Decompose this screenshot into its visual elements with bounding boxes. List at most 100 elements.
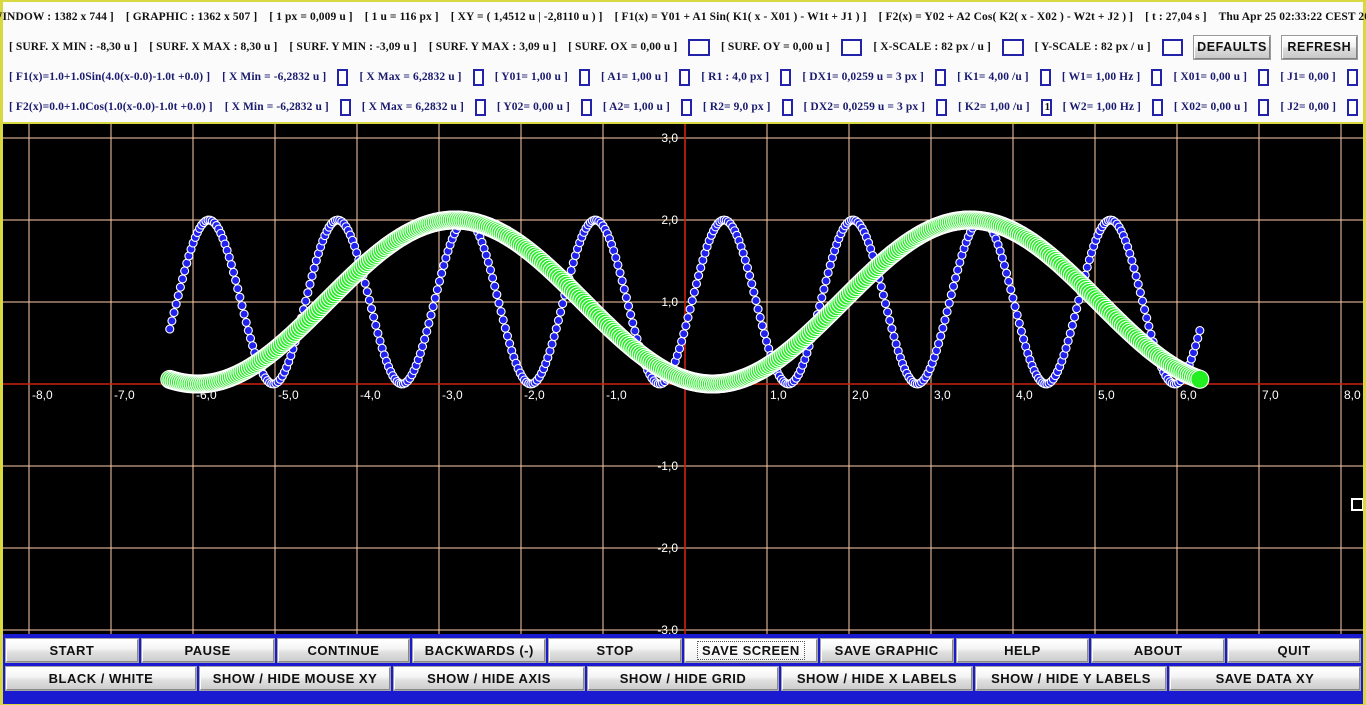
x-tick-label: 5,0: [1098, 388, 1115, 402]
surface-ox-input[interactable]: [688, 38, 710, 56]
x-scale-label: [ X-SCALE : 82 px / u ]: [873, 41, 991, 53]
button-continue[interactable]: CONTINUE: [277, 639, 410, 662]
f1-a1-input[interactable]: [679, 68, 691, 86]
control-bars: START PAUSE CONTINUE BACKWARDS (-) STOP SAVE …: [3, 634, 1363, 704]
y-tick-label: -2,0: [657, 541, 678, 555]
datetime-label: Thu Apr 25 02:33:22 CEST 2019: [1218, 11, 1366, 23]
f1-w1-input[interactable]: [1151, 68, 1163, 86]
x-tick-label: -5,0: [278, 388, 299, 402]
surface-y-min-label: [ SURF. Y MIN : -3,09 u ]: [289, 41, 417, 53]
f2-x-max-label: [ X Max = 6,2832 u ]: [361, 101, 464, 113]
f2-y02-input[interactable]: [580, 98, 592, 116]
f2-a2-input[interactable]: [680, 98, 692, 116]
button-backwards[interactable]: BACKWARDS (-): [413, 639, 546, 662]
f2-j2-label: [ J2= 0,00 ]: [1280, 101, 1337, 113]
f2-r2-input[interactable]: [781, 98, 793, 116]
unit-per-pixel-label: [ 1 u = 116 px ]: [364, 11, 439, 23]
button-about[interactable]: ABOUT: [1092, 639, 1225, 662]
f2-dx2-input[interactable]: [936, 98, 948, 116]
surface-ox-label: [ SURF. OX = 0,00 u ]: [568, 41, 678, 53]
f1-k1-input[interactable]: [1039, 68, 1051, 86]
refresh-button[interactable]: REFRESH: [1281, 35, 1358, 59]
button-save-data-xy[interactable]: SAVE DATA XY: [1170, 667, 1360, 690]
button-stop[interactable]: STOP: [549, 639, 681, 662]
graphic-size-label: [ GRAPHIC : 1362 x 507 ]: [125, 11, 258, 23]
f2-dx2-label: [ DX2= 0,0259 u = 3 px ]: [803, 101, 926, 113]
f2-w2-label: [ W2= 1,00 Hz ]: [1062, 101, 1141, 113]
f2-formula-label: [ F2(x)=0.0+1.0Cos(1.0(x-0.0)-1.0t +0.0)…: [9, 101, 213, 113]
y-tick-label: -3,0: [657, 623, 678, 634]
mouse-cursor-marker: [1351, 498, 1363, 511]
button-pause[interactable]: PAUSE: [141, 639, 274, 662]
f1-j1-input[interactable]: [1346, 68, 1359, 86]
f1-y01-input[interactable]: [578, 68, 591, 86]
f2-a2-label: [ A2= 1,00 u ]: [602, 101, 670, 113]
surface-y-max-label: [ SURF. Y MAX : 3,09 u ]: [428, 41, 557, 53]
button-help[interactable]: HELP: [956, 639, 1089, 662]
x-tick-label: -2,0: [524, 388, 545, 402]
y-tick-label: 2,0: [661, 213, 678, 227]
x-tick-label: 1,0: [770, 388, 787, 402]
button-show-hide-y-labels[interactable]: SHOW / HIDE Y LABELS: [976, 667, 1166, 690]
f1-x-min-label: [ X Min = -6,2832 u ]: [222, 71, 327, 83]
surface-x-min-label: [ SURF. X MIN : -8,30 u ]: [9, 41, 138, 53]
button-show-hide-x-labels[interactable]: SHOW / HIDE X LABELS: [782, 667, 972, 690]
x-tick-label: 8,0: [1344, 388, 1361, 402]
f1-x-max-label: [ X Max = 6,2832 u ]: [359, 71, 462, 83]
y-tick-label: 3,0: [661, 131, 678, 145]
f1-formula-label: [ F1(x)=1.0+1.0Sin(4.0(x-0.0)-1.0t +0.0)…: [9, 71, 211, 83]
f2-x02-input[interactable]: [1258, 98, 1270, 116]
y-scale-input[interactable]: [1161, 38, 1184, 56]
f1-k1-label: [ K1= 4,00 /u ]: [957, 71, 1029, 83]
button-save-screen-label: SAVE SCREEN: [697, 641, 805, 660]
button-black-white[interactable]: BLACK / WHITE: [6, 667, 196, 690]
f1-dx1-label: [ DX1= 0,0259 u = 3 px ]: [802, 71, 924, 83]
x-tick-label: -4,0: [360, 388, 381, 402]
surface-oy-label: [ SURF. OY = 0,00 u ]: [720, 41, 830, 53]
plot-svg: -8,0 -7,0 -6,0 -5,0 -4,0 -3,0 -2,0 -1,0 1,0 2,0 3,…: [3, 124, 1363, 634]
f2-x02-label: [ X02= 0,00 u ]: [1173, 101, 1248, 113]
f1-x01-input[interactable]: [1258, 68, 1270, 86]
x-tick-label: -7,0: [114, 388, 135, 402]
display-control-bar: BLACK / WHITE SHOW / HIDE MOUSE XY SHOW / …: [3, 664, 1363, 695]
f1-dx1-input[interactable]: [934, 68, 947, 86]
x-tick-label: 6,0: [1180, 388, 1197, 402]
f2-y02-label: [ Y02= 0,00 u ]: [496, 101, 570, 113]
f2-x-max-input[interactable]: [474, 98, 486, 116]
x-scale-input[interactable]: [1001, 38, 1024, 56]
surface-row: [ SURF. X MIN : -8,30 u ] [ SURF. X MAX …: [3, 32, 1363, 62]
x-tick-label: 4,0: [1016, 388, 1033, 402]
pixel-per-unit-label: [ 1 px = 0,009 u ]: [269, 11, 353, 23]
f1-j1-label: [ J1= 0,00 ]: [1280, 71, 1336, 83]
f1-x-min-input[interactable]: [337, 68, 349, 86]
f2-parameter-row: [ F2(x)=0.0+1.0Cos(1.0(x-0.0)-1.0t +0.0)…: [3, 92, 1363, 122]
y-scale-label: [ Y-SCALE : 82 px / u ]: [1034, 41, 1151, 53]
f2-k2-input[interactable]: 1: [1040, 98, 1052, 116]
window-size-label: [ WINDOW : 1382 x 744 ]: [0, 11, 114, 23]
f1-r1-input[interactable]: [780, 68, 792, 86]
button-show-hide-mouse-xy[interactable]: SHOW / HIDE MOUSE XY: [200, 667, 390, 690]
x-tick-label: -3,0: [442, 388, 463, 402]
playback-control-bar: START PAUSE CONTINUE BACKWARDS (-) STOP SAVE …: [3, 634, 1363, 664]
f1-r1-label: [ R1 : 4,0 px ]: [701, 71, 770, 83]
surface-oy-input[interactable]: [840, 38, 863, 56]
button-show-hide-axis[interactable]: SHOW / HIDE AXIS: [394, 667, 584, 690]
mouse-xy-label: [ XY = ( 1,4512 u | -2,8110 u ) ]: [450, 11, 603, 23]
plot-canvas[interactable]: -8,0 -7,0 -6,0 -5,0 -4,0 -3,0 -2,0 -1,0 1,0 2,0 3,…: [3, 124, 1363, 634]
x-tick-label: 7,0: [1262, 388, 1279, 402]
button-save-graphic[interactable]: SAVE GRAPHIC: [820, 639, 953, 662]
f2-x-min-input[interactable]: [339, 98, 351, 116]
button-save-screen[interactable]: SAVE SCREEN: [684, 639, 817, 662]
f2-generic-formula-label: [ F2(x) = Y02 + A2 Cos( K2( x - X02 ) - …: [878, 11, 1134, 23]
f2-j2-input[interactable]: [1347, 98, 1358, 116]
f2-w2-input[interactable]: [1152, 98, 1163, 116]
f1-a1-label: [ A1= 1,00 u ]: [601, 71, 669, 83]
button-quit[interactable]: QUIT: [1228, 639, 1360, 662]
button-show-hide-grid[interactable]: SHOW / HIDE GRID: [588, 667, 778, 690]
x-tick-label: 3,0: [934, 388, 951, 402]
x-tick-label: -1,0: [606, 388, 627, 402]
defaults-button[interactable]: DEFAULTS: [1194, 35, 1270, 59]
button-start[interactable]: START: [6, 639, 138, 662]
f1-x-max-input[interactable]: [472, 68, 484, 86]
f1-y01-label: [ Y01= 1,00 u ]: [494, 71, 568, 83]
